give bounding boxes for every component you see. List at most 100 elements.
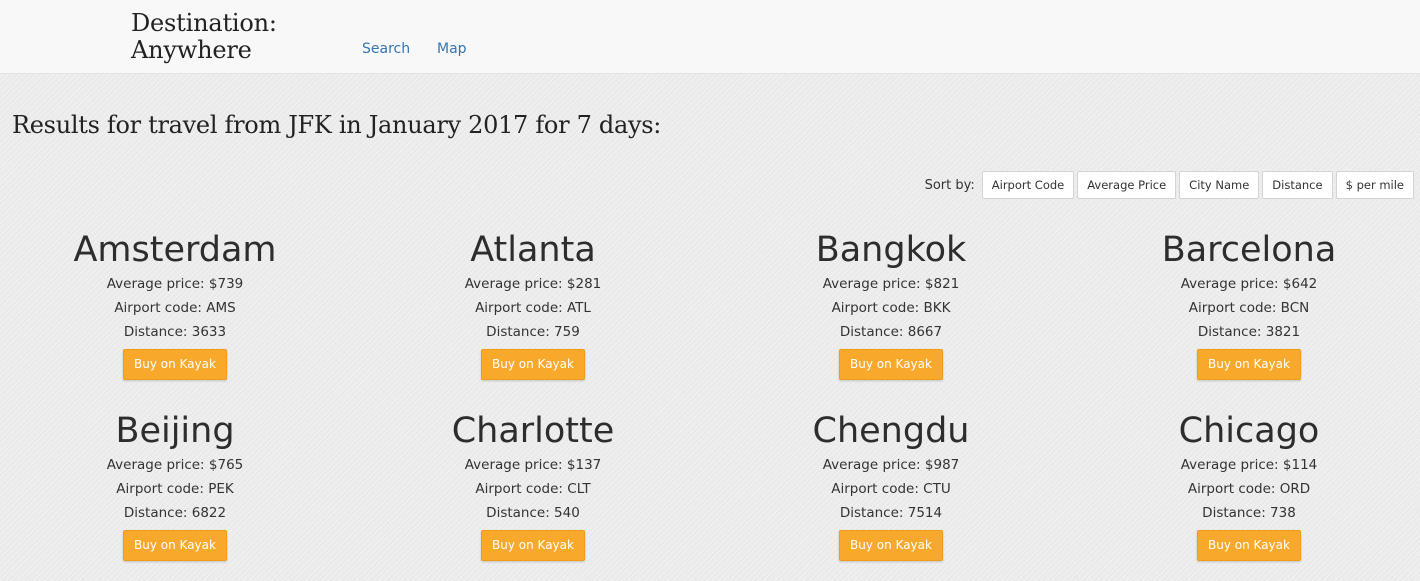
buy-on-kayak-button[interactable]: Buy on Kayak	[1197, 349, 1301, 380]
distance-label: Distance:	[1197, 324, 1266, 340]
average-price-value: $281	[566, 276, 602, 292]
buy-on-kayak-button[interactable]: Buy on Kayak	[123, 530, 227, 561]
distance-label: Distance:	[839, 505, 908, 521]
sort-distance-button[interactable]: Distance	[1262, 171, 1333, 199]
brand-line-2: Anywhere	[131, 36, 252, 64]
average-price-value: $739	[208, 276, 244, 292]
distance-value: 8667	[907, 324, 943, 340]
destination-card: Charlotte Average price: $137 Airport code…	[383, 409, 683, 561]
results-title: Results for travel from JFK in January 2…	[12, 111, 662, 139]
distance: Distance: 738	[1099, 501, 1399, 525]
average-price-label: Average price:	[464, 276, 567, 292]
airport-code: Airport code: CTU	[741, 477, 1041, 501]
airport-code-value: AMS	[206, 300, 236, 316]
city-name: Atlanta	[470, 230, 596, 270]
distance-label: Distance:	[839, 324, 908, 340]
distance-label: Distance:	[486, 505, 555, 521]
distance: Distance: 7514	[741, 501, 1041, 525]
destination-card: Chicago Average price: $114 Airport code: …	[1099, 409, 1399, 561]
distance-label: Distance:	[123, 505, 192, 521]
airport-code-label: Airport code:	[831, 300, 924, 316]
buy-on-kayak-button[interactable]: Buy on Kayak	[481, 530, 585, 561]
airport-code-label: Airport code:	[116, 481, 209, 497]
airport-code-value: CLT	[567, 481, 591, 497]
buy-on-kayak-button[interactable]: Buy on Kayak	[481, 349, 585, 380]
city-name: Charlotte	[451, 411, 615, 451]
airport-code-value: ORD	[1279, 481, 1311, 497]
average-price-value: $821	[924, 276, 960, 292]
distance: Distance: 540	[383, 501, 683, 525]
airport-code: Airport code: BCN	[1099, 296, 1399, 320]
airport-code-label: Airport code:	[114, 300, 207, 316]
airport-code-value: PEK	[208, 481, 234, 497]
distance-label: Distance:	[123, 324, 192, 340]
average-price: Average price: $137	[383, 453, 683, 477]
average-price-label: Average price:	[1180, 457, 1283, 473]
sort-city-name-button[interactable]: City Name	[1179, 171, 1260, 199]
airport-code-label: Airport code:	[1188, 300, 1281, 316]
airport-code: Airport code: PEK	[25, 477, 325, 501]
distance: Distance: 759	[383, 320, 683, 344]
average-price-label: Average price:	[1180, 276, 1283, 292]
sort-average-price-button[interactable]: Average Price	[1077, 171, 1177, 199]
city-name: Bangkok	[815, 230, 967, 270]
buy-on-kayak-button[interactable]: Buy on Kayak	[123, 349, 227, 380]
distance-value: 540	[554, 505, 580, 521]
destination-card: Atlanta Average price: $281 Airport code: …	[383, 228, 683, 380]
average-price-value: $137	[566, 457, 602, 473]
average-price-value: $987	[924, 457, 960, 473]
airport-code-label: Airport code:	[475, 481, 568, 497]
average-price-label: Average price:	[464, 457, 567, 473]
average-price-label: Average price:	[106, 457, 209, 473]
destination-card: Amsterdam Average price: $739 Airport code…	[25, 228, 325, 380]
airport-code-label: Airport code:	[831, 481, 924, 497]
distance-value: 6822	[191, 505, 227, 521]
distance: Distance: 6822	[25, 501, 325, 525]
brand-line-1: Destination:	[131, 9, 277, 37]
airport-code-value: BKK	[923, 300, 951, 316]
distance-value: 3633	[191, 324, 227, 340]
nav-link-map[interactable]: Map	[437, 41, 467, 57]
city-name: Amsterdam	[73, 230, 277, 270]
airport-code-value: ATL	[566, 300, 591, 316]
average-price-label: Average price:	[822, 276, 925, 292]
average-price: Average price: $642	[1099, 272, 1399, 296]
brand-logo[interactable]: Destination: Anywhere	[131, 10, 277, 64]
airport-code-label: Airport code:	[1187, 481, 1280, 497]
top-navbar: Destination: Anywhere Search Map	[0, 0, 1420, 74]
sort-bar: Sort by: Airport Code Average Price City…	[925, 171, 1414, 199]
distance-value: 7514	[907, 505, 943, 521]
airport-code: Airport code: ORD	[1099, 477, 1399, 501]
airport-code-value: BCN	[1280, 300, 1310, 316]
average-price-value: $114	[1282, 457, 1318, 473]
sort-dollar-per-mile-button[interactable]: $ per mile	[1335, 171, 1414, 199]
airport-code-label: Airport code:	[475, 300, 567, 316]
airport-code: Airport code: AMS	[25, 296, 325, 320]
average-price-value: $642	[1282, 276, 1318, 292]
average-price-value: $765	[208, 457, 244, 473]
buy-on-kayak-button[interactable]: Buy on Kayak	[1197, 530, 1301, 561]
destination-card: Beijing Average price: $765 Airport code: …	[25, 409, 325, 561]
average-price: Average price: $765	[25, 453, 325, 477]
sort-airport-code-button[interactable]: Airport Code	[981, 171, 1075, 199]
nav-link-search[interactable]: Search	[362, 41, 410, 57]
airport-code: Airport code: ATL	[383, 296, 683, 320]
distance-label: Distance:	[486, 324, 555, 340]
city-name: Beijing	[115, 411, 235, 451]
average-price: Average price: $281	[383, 272, 683, 296]
distance-value: 3821	[1265, 324, 1301, 340]
distance-value: 738	[1270, 505, 1296, 521]
distance-label: Distance:	[1202, 505, 1271, 521]
average-price: Average price: $821	[741, 272, 1041, 296]
buy-on-kayak-button[interactable]: Buy on Kayak	[839, 530, 943, 561]
distance: Distance: 3821	[1099, 320, 1399, 344]
sort-label: Sort by:	[924, 177, 975, 193]
distance: Distance: 8667	[741, 320, 1041, 344]
airport-code: Airport code: BKK	[741, 296, 1041, 320]
average-price: Average price: $987	[741, 453, 1041, 477]
buy-on-kayak-button[interactable]: Buy on Kayak	[839, 349, 943, 380]
distance: Distance: 3633	[25, 320, 325, 344]
city-name: Chicago	[1178, 411, 1320, 451]
airport-code-value: CTU	[923, 481, 951, 497]
average-price-label: Average price:	[106, 276, 209, 292]
